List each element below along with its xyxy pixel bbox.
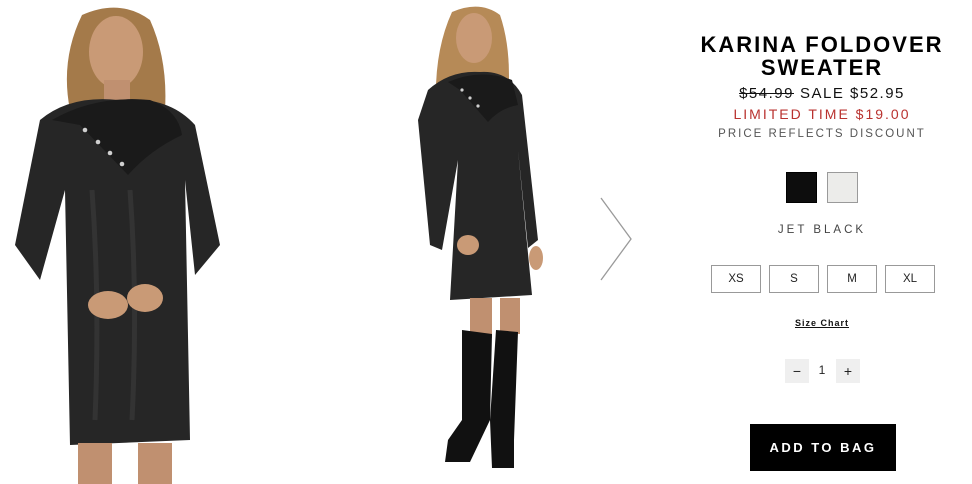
size-button-s[interactable]: S [769, 265, 819, 293]
selected-color-name: JET BLACK [777, 224, 867, 236]
price-note: PRICE REFLECTS DISCOUNT [718, 128, 926, 140]
size-chart-link[interactable]: Size Chart [795, 318, 849, 328]
product-image-full[interactable] [400, 0, 570, 484]
add-to-bag-button[interactable]: ADD TO BAG [750, 424, 896, 471]
color-swatch-white[interactable] [827, 172, 858, 203]
quantity-value[interactable]: 1 [810, 363, 834, 377]
size-button-m[interactable]: M [827, 265, 877, 293]
product-title: KARINA FOLDOVER SWEATER [684, 33, 960, 79]
size-button-xl[interactable]: XL [885, 265, 935, 293]
price-line: $54.99 SALE $52.95 [684, 85, 960, 102]
quantity-increase-button[interactable]: + [836, 359, 860, 383]
chevron-right-icon[interactable] [596, 193, 636, 285]
size-chart-row: Size Chart [684, 318, 960, 328]
limited-time-price: LIMITED TIME $19.00 [733, 106, 911, 122]
sale-price: SALE $52.95 [799, 85, 905, 102]
quantity-decrease-button[interactable]: − [785, 359, 809, 383]
product-title-line-2: SWEATER [760, 55, 884, 80]
color-swatch-jet-black[interactable] [786, 172, 817, 203]
size-button-xs[interactable]: XS [711, 265, 761, 293]
original-price: $54.99 [739, 85, 794, 102]
product-title-line-1: KARINA FOLDOVER [700, 32, 944, 57]
product-image-front[interactable] [0, 0, 240, 484]
